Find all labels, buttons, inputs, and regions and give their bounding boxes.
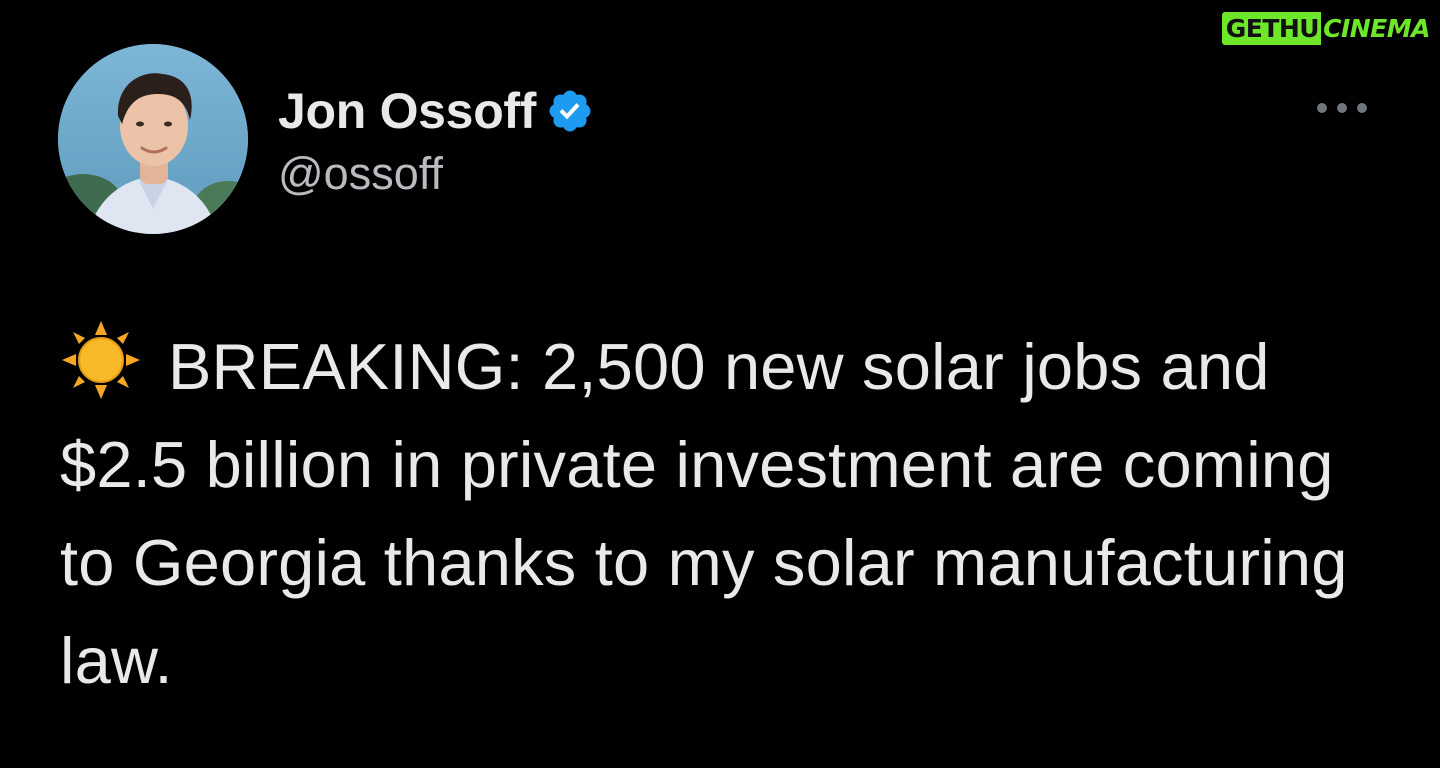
more-options-icon[interactable] bbox=[1314, 100, 1370, 116]
tweet-text-content: BREAKING: 2,500 new solar jobs and $2.5 … bbox=[60, 330, 1348, 697]
avatar-image bbox=[58, 44, 248, 234]
author-name-row: Jon Ossoff bbox=[278, 82, 594, 140]
author-display-name[interactable]: Jon Ossoff bbox=[278, 82, 536, 140]
watermark-left: GETHU bbox=[1221, 12, 1322, 45]
verified-badge-icon bbox=[546, 87, 594, 135]
watermark-right: CINEMA bbox=[1323, 14, 1430, 43]
author-handle[interactable]: @ossoff bbox=[278, 148, 443, 200]
sun-emoji-icon bbox=[60, 319, 142, 401]
avatar[interactable] bbox=[58, 44, 248, 234]
tweet-header: Jon Ossoff @ossoff bbox=[58, 44, 1380, 236]
watermark: GETHU CINEMA bbox=[1221, 12, 1434, 45]
tweet-text: BREAKING: 2,500 new solar jobs and $2.5 … bbox=[60, 318, 1380, 710]
